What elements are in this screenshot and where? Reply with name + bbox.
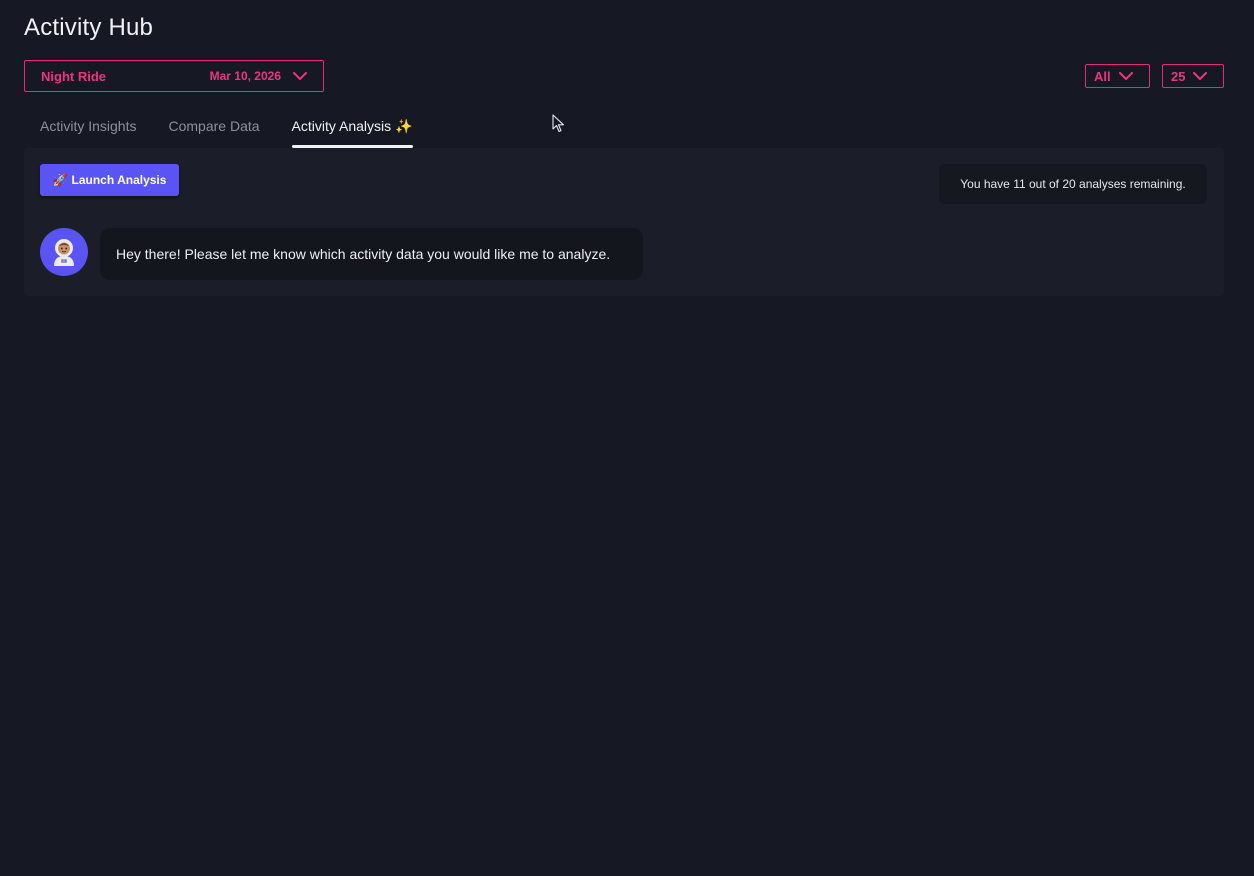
tab-label: Compare Data	[168, 118, 260, 134]
activity-selector[interactable]: Night Ride Mar 10, 2026	[24, 60, 324, 92]
count-filter-value: 25	[1171, 68, 1186, 84]
chevron-down-icon	[1193, 71, 1208, 81]
mouse-cursor-icon	[552, 114, 566, 139]
chevron-down-icon	[293, 71, 307, 81]
type-filter-value: All	[1094, 68, 1111, 84]
analyses-remaining-notice: You have 11 out of 20 analyses remaining…	[939, 164, 1207, 204]
assistant-avatar	[40, 228, 88, 276]
chevron-down-icon	[1118, 71, 1133, 81]
tab-label: Activity Insights	[40, 118, 137, 134]
astronaut-icon	[54, 239, 74, 266]
analyses-remaining-text: You have 11 out of 20 analyses remaining…	[960, 177, 1186, 191]
activity-name: Night Ride	[41, 68, 106, 84]
tab-activity-insights[interactable]: Activity Insights	[40, 118, 136, 148]
sparkle-icon: ✨	[395, 118, 413, 134]
analysis-panel: 🚀 Launch Analysis You have 11 out of 20 …	[24, 148, 1224, 296]
rocket-icon: 🚀	[52, 173, 68, 187]
activity-date: Mar 10, 2026	[209, 69, 281, 83]
launch-analysis-button[interactable]: 🚀 Launch Analysis	[40, 164, 179, 196]
assistant-message-text: Hey there! Please let me know which acti…	[116, 246, 611, 262]
tab-label: Activity Analysis	[291, 118, 392, 134]
assistant-message-bubble: Hey there! Please let me know which acti…	[100, 228, 643, 280]
launch-analysis-label: Launch Analysis	[71, 173, 167, 187]
page-title: Activity Hub	[24, 14, 154, 41]
type-filter-dropdown[interactable]: All	[1085, 64, 1150, 88]
tab-compare-data[interactable]: Compare Data	[168, 118, 259, 148]
activity-hub-page: Activity Hub Night Ride Mar 10, 2026 All…	[0, 0, 1254, 876]
count-filter-dropdown[interactable]: 25	[1162, 64, 1224, 88]
tab-bar: Activity Insights Compare Data Activity …	[40, 118, 445, 148]
tab-activity-analysis[interactable]: Activity Analysis ✨	[291, 118, 413, 148]
